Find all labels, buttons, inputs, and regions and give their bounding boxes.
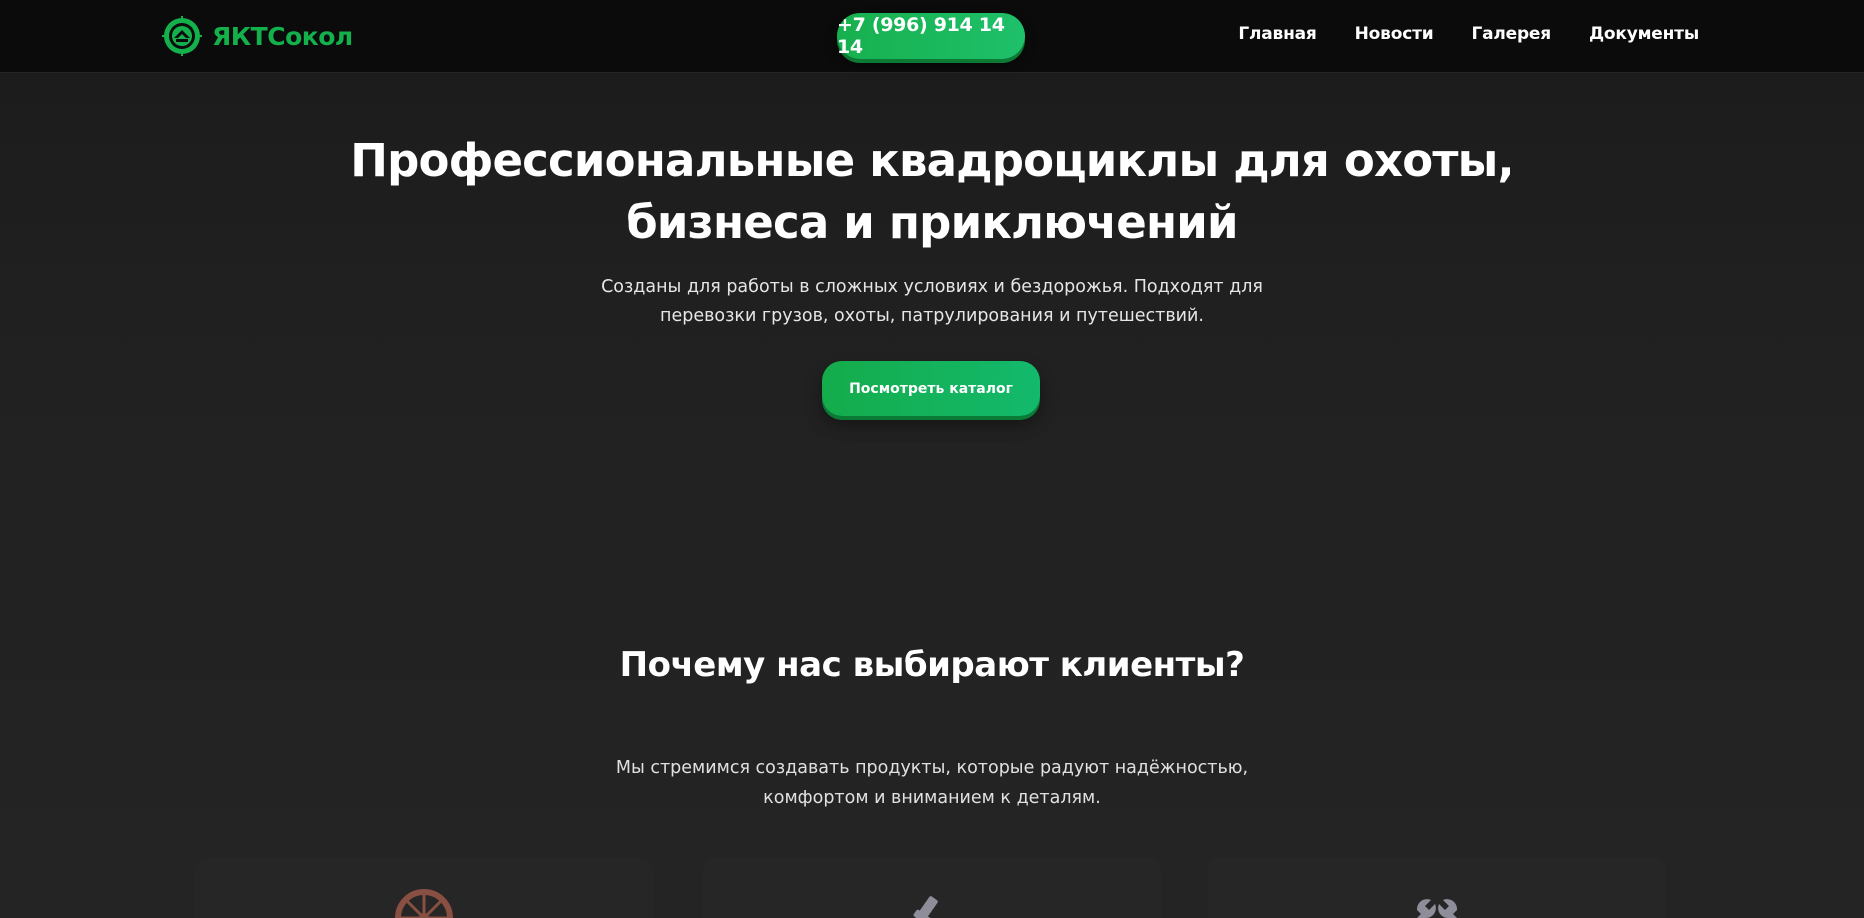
why-subtitle: Мы стремимся создавать продукты, которые…	[615, 758, 1249, 808]
main-nav: Главная Новости Галерея Документы	[1238, 24, 1699, 44]
logo-text: ЯКТСокол	[212, 21, 353, 51]
feature-card	[1208, 858, 1666, 918]
wrench-icon	[1416, 899, 1458, 918]
site-header: ЯКТСокол +7 (996) 914 14 14 Главная Ново…	[0, 0, 1864, 73]
hero-subtitle: Созданы для работы в сложных условиях и …	[601, 277, 1263, 326]
why-title: Почему нас выбирают клиенты?	[619, 645, 1245, 685]
nav-item-news[interactable]: Новости	[1355, 24, 1434, 44]
nav-item-gallery[interactable]: Галерея	[1471, 24, 1551, 44]
nav-item-documents[interactable]: Документы	[1589, 24, 1699, 44]
catalog-button[interactable]: Посмотреть каталог	[822, 361, 1040, 416]
feature-card	[195, 858, 653, 918]
logo[interactable]: ЯКТСокол	[162, 16, 353, 56]
feature-card	[703, 858, 1161, 918]
tools-icon	[913, 896, 945, 918]
nav-item-home[interactable]: Главная	[1238, 24, 1316, 44]
phone-button[interactable]: +7 (996) 914 14 14	[837, 13, 1025, 59]
wheel-icon	[395, 889, 453, 918]
hero-title: Профессиональные квадроциклы для охоты, …	[350, 134, 1514, 249]
page: ЯКТСокол +7 (996) 914 14 14 Главная Ново…	[0, 0, 1864, 918]
logo-emblem-icon	[162, 16, 202, 56]
